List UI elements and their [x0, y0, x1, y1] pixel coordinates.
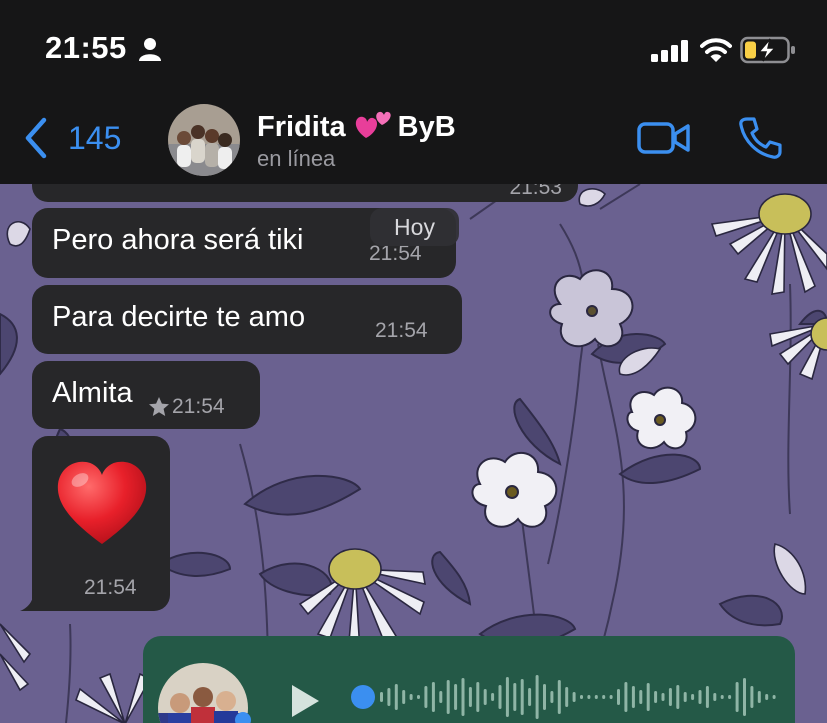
phone-icon[interactable]	[738, 116, 782, 160]
audio-scrubber[interactable]	[351, 685, 375, 709]
back-button[interactable]: 145	[22, 114, 121, 162]
waveform-bar	[691, 694, 695, 700]
waveform-bar	[454, 684, 458, 710]
online-status: en línea	[257, 146, 336, 171]
waveform-bar	[750, 686, 754, 708]
message-time: 21:54	[84, 576, 137, 599]
waveform-bar	[683, 692, 687, 702]
waveform-bar	[380, 692, 383, 702]
message-time: 21:53	[509, 184, 562, 199]
waveform-bar	[713, 693, 717, 701]
waveform-bar	[498, 685, 502, 709]
unread-count: 145	[68, 119, 122, 156]
waveform-bar	[743, 678, 746, 716]
waveform-bar	[705, 686, 709, 708]
red-heart-icon	[57, 461, 147, 544]
waveform-bar	[543, 684, 546, 710]
waveform-bar	[580, 695, 583, 699]
waveform-bar	[461, 678, 465, 716]
waveform-bar	[624, 682, 628, 712]
message-time: 21:54	[172, 395, 225, 418]
waveform-bar	[720, 695, 724, 699]
status-time: 21:55	[45, 30, 127, 65]
waveform-bar	[431, 682, 435, 712]
waveform-bar	[765, 694, 769, 700]
status-bar: 21:55	[0, 0, 827, 96]
person-icon	[139, 38, 161, 61]
waveform-bar	[728, 695, 732, 699]
waveform-bar	[468, 687, 472, 707]
waveform-bar	[772, 695, 776, 699]
chat-title-suffix: ByB	[397, 111, 456, 143]
message-text: Para decirte te amo	[52, 301, 306, 333]
message-bubble[interactable]: Para decirte te amo 21:54	[32, 285, 462, 354]
message-bubble-partial[interactable]: 21:53	[32, 184, 578, 202]
waveform-bar	[417, 695, 420, 699]
audio-waveform[interactable]	[379, 672, 779, 722]
waveform-bar	[594, 695, 598, 699]
waveform-bar	[505, 677, 509, 717]
waveform-bar	[661, 693, 665, 701]
waveform-bar	[654, 691, 658, 703]
waveform-bar	[424, 686, 428, 708]
date-separator: Hoy	[370, 208, 459, 246]
message-bubble[interactable]: Almita 21:54	[32, 361, 260, 429]
two-hearts-icon	[355, 111, 391, 138]
video-call-icon[interactable]	[637, 118, 691, 158]
group-avatar[interactable]	[168, 104, 240, 176]
waveform-bar	[491, 693, 495, 701]
waveform-bar	[409, 694, 413, 700]
waveform-bar	[602, 695, 606, 699]
waveform-bar	[557, 680, 561, 714]
waveform-bar	[631, 686, 635, 708]
waveform-bar	[572, 692, 576, 702]
waveform-bar	[483, 689, 487, 705]
chat-header: 145 Fridita ByB en línea	[0, 96, 827, 184]
bubble-tail	[20, 589, 42, 611]
waveform-bar	[668, 688, 672, 706]
chevron-left-icon	[25, 117, 47, 159]
waveform-bar	[587, 695, 591, 699]
signal-icon	[651, 40, 688, 62]
waveform-bar	[446, 680, 450, 714]
waveform-bar	[535, 675, 539, 719]
audio-message-bubble[interactable]	[143, 636, 795, 723]
emoji-message-bubble[interactable]: 21:54	[20, 436, 170, 611]
waveform-bar	[565, 687, 569, 707]
sender-avatar	[158, 663, 248, 723]
waveform-bar	[520, 679, 524, 715]
waveform-bar	[639, 690, 643, 704]
waveform-bar	[528, 688, 532, 706]
waveform-bar	[394, 684, 398, 710]
wifi-icon	[700, 38, 732, 62]
waveform-bar	[646, 683, 650, 711]
battery-charging-icon	[740, 36, 795, 64]
message-text: Pero ahora será tiki	[52, 224, 304, 256]
play-icon[interactable]	[289, 683, 321, 719]
waveform-bar	[387, 688, 391, 706]
waveform-bar	[698, 690, 702, 704]
waveform-bar	[402, 690, 406, 704]
waveform-bar	[676, 685, 680, 709]
waveform-bar	[757, 691, 761, 703]
waveform-bar	[617, 689, 620, 705]
message-time: 21:54	[375, 319, 428, 342]
chat-title-name: Fridita	[257, 111, 346, 143]
waveform-bar	[550, 691, 554, 703]
message-text: Almita	[52, 377, 133, 409]
star-icon	[149, 397, 169, 416]
waveform-bar	[476, 682, 480, 712]
microphone-indicator	[235, 712, 251, 723]
waveform-bar	[513, 683, 517, 711]
chat-area[interactable]: 21:53 Pero ahora será tiki 21:54 Hoy Par…	[0, 184, 827, 723]
chat-title[interactable]: Fridita ByB	[257, 108, 456, 144]
waveform-bar	[735, 682, 739, 712]
waveform-bar	[439, 691, 443, 703]
waveform-bar	[609, 695, 613, 699]
